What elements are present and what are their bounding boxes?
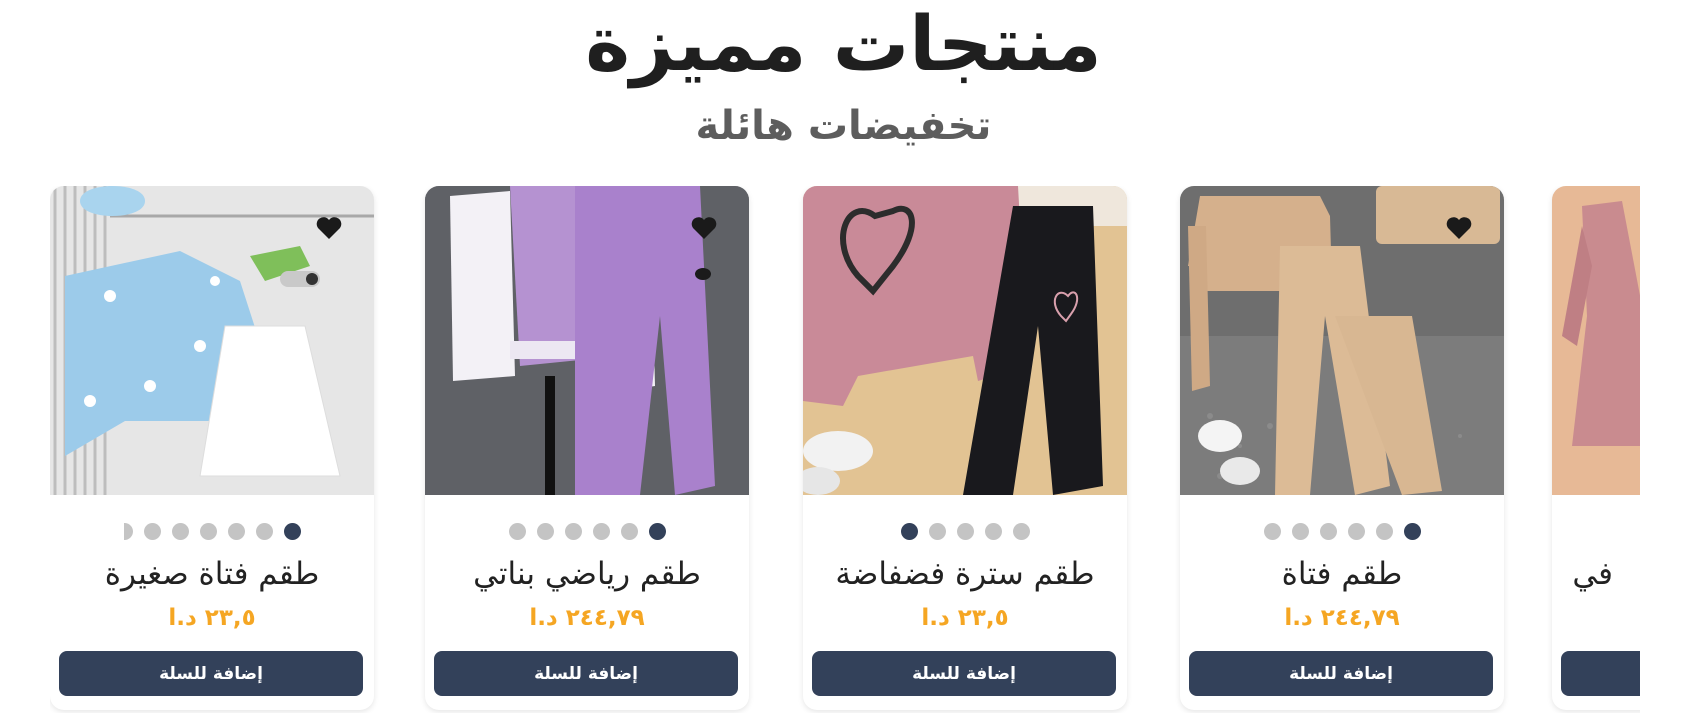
product-price: ٢٣,٥ د.ا xyxy=(168,605,256,631)
image-dot[interactable] xyxy=(1012,523,1030,540)
image-dot[interactable] xyxy=(564,523,582,540)
image-dot[interactable] xyxy=(648,523,666,540)
image-dot[interactable] xyxy=(1319,523,1337,540)
image-dot[interactable] xyxy=(928,523,946,540)
product-slider[interactable]: طقم فتاة ٢٤٤,٧٩ د.ا إضافة للسلة طقم سترة… xyxy=(50,186,1640,713)
image-dot[interactable] xyxy=(536,523,554,540)
slider-track: طقم فتاة ٢٤٤,٧٩ د.ا إضافة للسلة طقم سترة… xyxy=(50,186,1640,713)
product-card[interactable]: طقم فتاة صغيرة ٢٣,٥ د.ا إضافة للسلة xyxy=(50,186,374,710)
image-dots xyxy=(425,523,749,540)
product-image[interactable] xyxy=(1180,186,1504,495)
add-to-cart-button[interactable] xyxy=(1561,651,1640,696)
image-dot[interactable] xyxy=(900,523,918,540)
image-dot[interactable] xyxy=(592,523,610,540)
image-dots xyxy=(1180,523,1504,540)
image-dot[interactable] xyxy=(956,523,974,540)
image-dot[interactable] xyxy=(620,523,638,540)
image-dot[interactable] xyxy=(1291,523,1309,540)
product-image[interactable] xyxy=(803,186,1127,495)
product-name[interactable]: طقم سترة فضفاضة xyxy=(803,557,1127,591)
image-dot[interactable] xyxy=(123,523,133,540)
product-price: ٢٤٤,٧٩ د.ا xyxy=(529,605,645,631)
image-dot[interactable] xyxy=(1375,523,1393,540)
add-to-cart-button[interactable]: إضافة للسلة xyxy=(434,651,738,696)
product-image[interactable] xyxy=(50,186,374,495)
product-image[interactable] xyxy=(1552,186,1640,495)
product-name[interactable]: في xyxy=(1552,557,1640,591)
product-price: ٢٣,٥ د.ا xyxy=(921,605,1009,631)
product-card[interactable]: طقم سترة فضفاضة ٢٣,٥ د.ا إضافة للسلة xyxy=(803,186,1127,710)
image-dot[interactable] xyxy=(1347,523,1365,540)
image-dot[interactable] xyxy=(283,523,301,540)
product-card-partial[interactable]: في xyxy=(1552,186,1640,710)
product-name[interactable]: طقم رياضي بناتي xyxy=(425,557,749,591)
section-subtitle: تخفيضات هائلة xyxy=(695,103,992,149)
image-dot[interactable] xyxy=(255,523,273,540)
heart-icon[interactable] xyxy=(691,216,717,240)
image-dot[interactable] xyxy=(199,523,217,540)
image-dot[interactable] xyxy=(508,523,526,540)
product-card[interactable]: طقم رياضي بناتي ٢٤٤,٧٩ د.ا إضافة للسلة xyxy=(425,186,749,710)
add-to-cart-button[interactable]: إضافة للسلة xyxy=(59,651,363,696)
image-dot[interactable] xyxy=(227,523,245,540)
product-card[interactable]: طقم فتاة ٢٤٤,٧٩ د.ا إضافة للسلة xyxy=(1180,186,1504,710)
image-dots xyxy=(50,523,374,540)
image-dot[interactable] xyxy=(984,523,1002,540)
image-dot[interactable] xyxy=(143,523,161,540)
image-dot[interactable] xyxy=(1263,523,1281,540)
add-to-cart-button[interactable]: إضافة للسلة xyxy=(812,651,1116,696)
image-dots xyxy=(803,523,1127,540)
product-image[interactable] xyxy=(425,186,749,495)
heart-icon[interactable] xyxy=(1446,216,1472,240)
product-price: ٢٤٤,٧٩ د.ا xyxy=(1284,605,1400,631)
product-name[interactable]: طقم فتاة xyxy=(1180,557,1504,591)
product-name[interactable]: طقم فتاة صغيرة xyxy=(50,557,374,591)
image-dot[interactable] xyxy=(1403,523,1421,540)
add-to-cart-button[interactable]: إضافة للسلة xyxy=(1189,651,1493,696)
heart-icon[interactable] xyxy=(316,216,342,240)
section-title: منتجات مميزة xyxy=(585,0,1102,88)
image-dot[interactable] xyxy=(171,523,189,540)
